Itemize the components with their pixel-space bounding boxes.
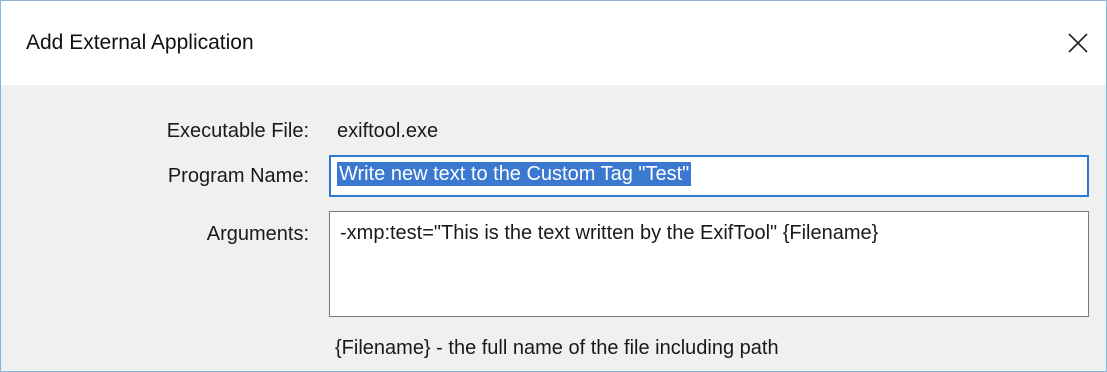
executable-file-value: exiftool.exe xyxy=(337,120,439,142)
title-bar: Add External Application xyxy=(1,1,1106,85)
executable-file-label: Executable File: xyxy=(166,120,309,142)
program-name-selected-text: Write new text to the Custom Tag "Test" xyxy=(337,162,692,186)
program-name-label: Program Name: xyxy=(167,165,309,187)
filename-hint: {Filename} - the full name of the file i… xyxy=(335,337,779,359)
dialog-title: Add External Application xyxy=(26,31,254,54)
add-external-application-dialog: Add External Application Executable File… xyxy=(0,0,1107,372)
close-icon xyxy=(1068,33,1088,53)
program-name-input[interactable]: Write new text to the Custom Tag "Test" xyxy=(329,155,1089,197)
arguments-label: Arguments: xyxy=(206,223,309,245)
arguments-text: -xmp:test="This is the text written by t… xyxy=(340,222,879,244)
close-button[interactable] xyxy=(1056,21,1100,65)
arguments-textarea[interactable]: -xmp:test="This is the text written by t… xyxy=(329,211,1089,317)
